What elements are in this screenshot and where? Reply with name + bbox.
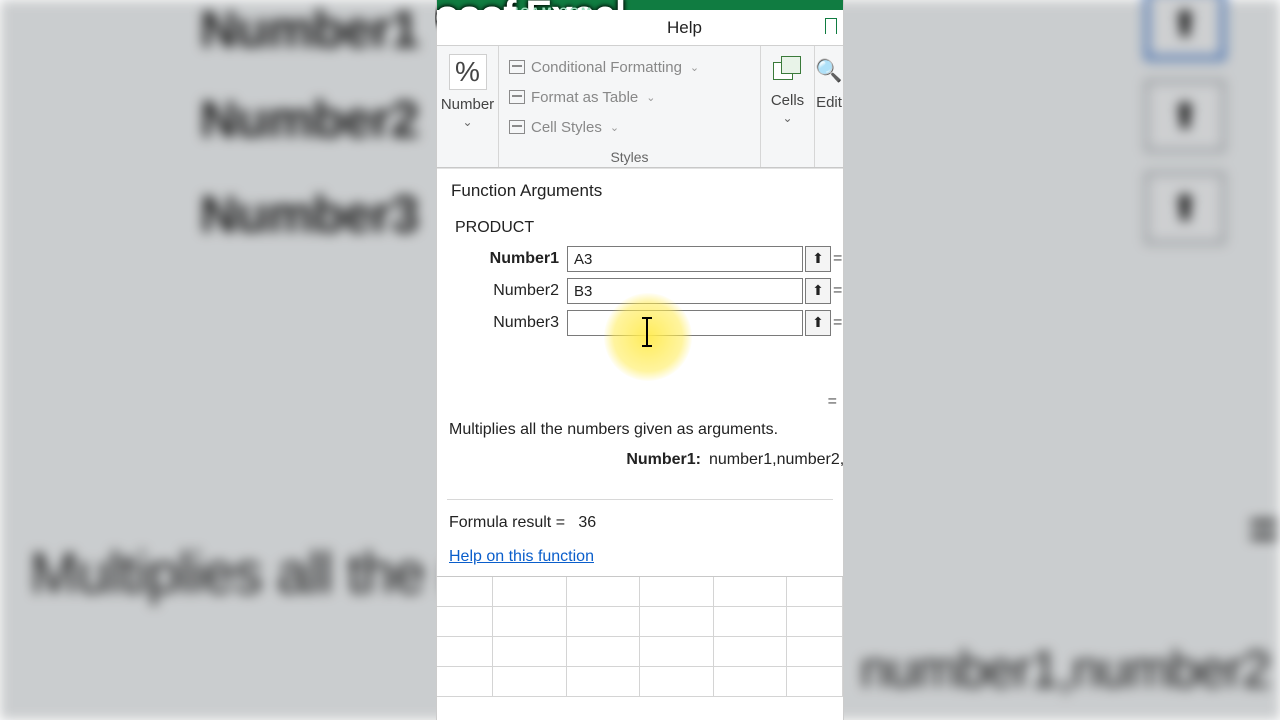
bg-ref-button-3: ⬆ xyxy=(1145,172,1225,244)
arg-help-text: number1,number2,... representations of xyxy=(709,451,843,469)
formula-result: Formula result = 36 xyxy=(437,500,843,534)
function-name: PRODUCT xyxy=(437,207,843,241)
arg-label-number3: Number3 xyxy=(437,314,567,332)
arguments-area: Number1 ⬆ = Number2 ⬆ = Number3 ⬆ = xyxy=(437,241,843,339)
bg-ref-button-2: ⬆ xyxy=(1145,80,1225,152)
app-viewport: ICAM.COM osof Excel Help % Number ⌄ Cond… xyxy=(437,0,843,720)
ribbon-tabs: Help xyxy=(437,10,843,46)
bg-equals: = xyxy=(1249,500,1278,560)
result-equals: = xyxy=(437,393,843,411)
arg-equals: = xyxy=(831,282,839,300)
bg-number1-label: Number1 xyxy=(200,0,418,60)
cell-styles-button[interactable]: Cell Styles ⌄ xyxy=(509,112,619,142)
collapse-dialog-button[interactable]: ⬆ xyxy=(805,246,831,272)
conditional-formatting-icon xyxy=(509,60,525,74)
help-on-function-link[interactable]: Help on this function xyxy=(449,548,594,565)
styles-group-label: Styles xyxy=(499,149,760,165)
ribbon: % Number ⌄ Conditional Formatting ⌄ Form… xyxy=(437,46,843,168)
cells-dropdown[interactable]: Cells xyxy=(771,92,804,109)
up-arrow-icon: ⬆ xyxy=(812,250,824,267)
arg-label-number1: Number1 xyxy=(437,250,567,268)
ribbon-group-editing: 🔍 Edit xyxy=(815,46,843,167)
ribbon-group-styles: Conditional Formatting ⌄ Format as Table… xyxy=(499,46,761,167)
function-arguments-dialog: Function Arguments PRODUCT Number1 ⬆ = N… xyxy=(437,168,843,576)
chevron-down-icon: ⌄ xyxy=(782,111,792,125)
dialog-title: Function Arguments xyxy=(437,169,843,207)
arg-equals: = xyxy=(831,314,839,332)
help-link-row: Help on this function xyxy=(437,534,843,576)
number-format-dropdown[interactable]: Number xyxy=(441,96,494,113)
result-value: 36 xyxy=(578,514,596,531)
function-description: Multiplies all the numbers given as argu… xyxy=(437,411,843,443)
worksheet-grid[interactable] xyxy=(437,576,843,720)
arg-input-number2[interactable] xyxy=(567,278,803,304)
up-arrow-icon: ⬆ xyxy=(812,282,824,299)
find-icon[interactable]: 🔍 xyxy=(815,58,842,84)
arg-input-number3[interactable] xyxy=(567,310,803,336)
chevron-down-icon: ⌄ xyxy=(646,91,655,104)
conditional-formatting-label: Conditional Formatting xyxy=(531,59,682,76)
cell-styles-icon xyxy=(509,120,525,134)
arg-label-number2: Number2 xyxy=(437,282,567,300)
argument-help: Number1: number1,number2,... representat… xyxy=(437,443,843,471)
bg-arg-help: number1,number2 xyxy=(860,640,1270,700)
editing-label: Edit xyxy=(816,94,842,111)
arg-equals: = xyxy=(831,250,839,268)
bg-description: Multiplies all the n xyxy=(30,540,471,607)
ribbon-group-number: % Number ⌄ xyxy=(437,46,499,167)
ribbon-group-cells: Cells ⌄ xyxy=(761,46,815,167)
arg-row-number3: Number3 ⬆ = xyxy=(437,307,843,339)
up-arrow-icon: ⬆ xyxy=(812,314,824,331)
chevron-down-icon: ⌄ xyxy=(462,115,472,129)
conditional-formatting-button[interactable]: Conditional Formatting ⌄ xyxy=(509,52,699,82)
chevron-down-icon: ⌄ xyxy=(690,61,699,74)
arg-row-number2: Number2 ⬆ = xyxy=(437,275,843,307)
bg-ref-button-1: ⬆ xyxy=(1145,0,1225,60)
format-as-table-button[interactable]: Format as Table ⌄ xyxy=(509,82,656,112)
cells-icon xyxy=(773,56,803,84)
title-bar: ICAM.COM osof Excel xyxy=(437,0,843,10)
percent-style-button[interactable]: % xyxy=(449,54,487,90)
collapse-dialog-button[interactable]: ⬆ xyxy=(805,310,831,336)
arg-row-number1: Number1 ⬆ = xyxy=(437,243,843,275)
bg-number2-label: Number2 xyxy=(200,90,418,150)
share-icon[interactable] xyxy=(825,18,837,34)
cell-styles-label: Cell Styles xyxy=(531,119,602,136)
chevron-down-icon: ⌄ xyxy=(610,121,619,134)
arg-input-number1[interactable] xyxy=(567,246,803,272)
format-as-table-icon xyxy=(509,90,525,104)
bg-number3-label: Number3 xyxy=(200,185,418,245)
collapse-dialog-button[interactable]: ⬆ xyxy=(805,278,831,304)
result-label: Formula result = xyxy=(449,514,565,531)
format-as-table-label: Format as Table xyxy=(531,89,638,106)
tab-help[interactable]: Help xyxy=(657,14,712,42)
arg-help-label: Number1: xyxy=(437,451,709,469)
